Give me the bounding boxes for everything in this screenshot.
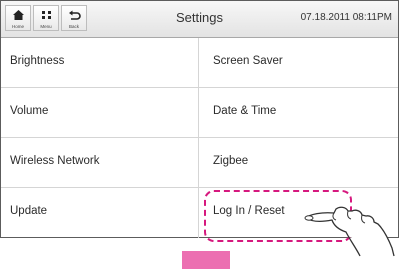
menu-item-brightness[interactable]: Brightness <box>1 38 199 88</box>
pointing-hand-icon <box>304 206 395 257</box>
menu-item-label: Wireless Network <box>10 155 100 167</box>
pink-marker <box>182 251 230 269</box>
menu-item-label: Zigbee <box>213 155 249 167</box>
menu-item-update[interactable]: Update <box>1 188 199 238</box>
menu-item-date-time[interactable]: Date & Time <box>199 88 398 138</box>
menu-item-label: Update <box>10 205 48 217</box>
menu-item-label: Volume <box>10 105 49 117</box>
top-bar: Home Menu Back Settings 07.18.2011 08:11… <box>1 1 398 38</box>
datetime-display: 07.18.2011 08:11PM <box>300 12 392 23</box>
menu-item-label: Brightness <box>10 55 65 67</box>
menu-item-label: Date & Time <box>213 105 277 117</box>
menu-item-screen-saver[interactable]: Screen Saver <box>199 38 398 88</box>
menu-item-volume[interactable]: Volume <box>1 88 199 138</box>
menu-item-label: Screen Saver <box>213 55 283 67</box>
menu-item-wireless-network[interactable]: Wireless Network <box>1 138 199 188</box>
